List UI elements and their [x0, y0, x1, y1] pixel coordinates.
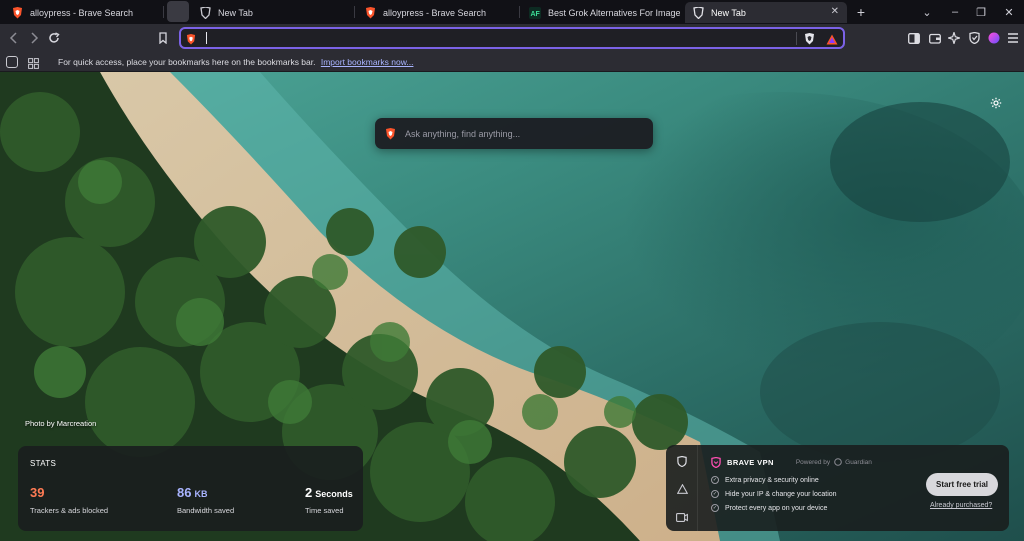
tab-new-tab-1[interactable]: New Tab [192, 2, 352, 23]
vpn-shield-icon[interactable] [676, 455, 688, 467]
tab-strip: alloypress - Brave Search New Tab alloyp… [0, 0, 1024, 24]
vpn-button[interactable] [964, 28, 984, 48]
sidebar-icon [908, 32, 920, 44]
chevron-right-icon [31, 32, 39, 44]
already-purchased-link[interactable]: Already purchased? [930, 502, 992, 509]
powered-by-label: Powered by [795, 459, 831, 466]
stat-time: 2 Seconds Time saved [305, 484, 353, 515]
time-label: Time saved [305, 506, 344, 515]
tab-new-tab-active[interactable]: New Tab ✕ [685, 2, 847, 23]
vpn-widget: BRAVE VPN Powered by Guardian ✓ Extra pri… [666, 445, 1009, 531]
bookmarks-hint-text: For quick access, place your bookmarks h… [58, 57, 316, 67]
video-call-icon[interactable] [676, 511, 688, 523]
check-icon: ✓ [711, 476, 719, 484]
stat-trackers: 39 Trackers & ads blocked [30, 484, 108, 515]
bandwidth-label: Bandwidth saved [177, 506, 235, 515]
tab-label: alloypress - Brave Search [383, 7, 487, 18]
chevron-left-icon [9, 32, 17, 44]
trackers-label: Trackers & ads blocked [30, 506, 109, 515]
profile-button[interactable] [984, 28, 1004, 48]
vpn-header: BRAVE VPN Powered by Guardian [711, 457, 872, 468]
brave-shields-icon[interactable] [804, 32, 815, 50]
sparkle-icon [948, 32, 960, 44]
tab-alloypress-2[interactable]: alloypress - Brave Search [357, 2, 517, 23]
tab-alloypress-1[interactable]: alloypress - Brave Search [4, 2, 162, 23]
vpn-logo-icon [711, 457, 721, 468]
divider [796, 32, 797, 45]
brave-lion-icon [11, 6, 23, 19]
tab-grok-alternatives[interactable]: AF Best Grok Alternatives For Image & V [522, 2, 680, 23]
photo-credit[interactable]: Photo by Marcreation [25, 419, 96, 428]
widget-sidebar [666, 445, 698, 531]
brave-rewards-icon[interactable] [826, 32, 838, 50]
checkbox-icon[interactable] [6, 56, 18, 68]
vpn-shield-icon [968, 32, 980, 44]
leo-ai-button[interactable] [944, 28, 964, 48]
wallet-button[interactable] [925, 28, 945, 48]
wallet-icon [929, 33, 941, 44]
maximize-button[interactable]: ❐ [968, 0, 994, 24]
vpn-feature: ✓ Hide your IP & change your location [711, 490, 837, 498]
browser-window: alloypress - Brave Search New Tab alloyp… [0, 0, 1024, 541]
new-tab-page: Photo by Marcreation STATS 39 Trackers &… [0, 72, 1024, 541]
tab-label: New Tab [711, 7, 746, 18]
close-icon[interactable]: ✕ [831, 7, 839, 17]
text-caret [206, 32, 207, 44]
rewards-triangle-icon[interactable] [676, 483, 688, 495]
site-favicon-icon: AF [529, 6, 541, 19]
check-icon: ✓ [711, 490, 719, 498]
tab-placeholder[interactable] [167, 1, 189, 22]
tab-label: alloypress - Brave Search [30, 7, 134, 18]
brave-lion-icon [364, 6, 376, 19]
tab-label: New Tab [218, 7, 253, 18]
brave-lion-icon [186, 32, 196, 50]
bookmarks-bar: For quick access, place your bookmarks h… [0, 53, 1024, 72]
bookmark-icon [159, 32, 167, 44]
hamburger-menu-icon [1008, 33, 1018, 43]
menu-button[interactable] [1003, 28, 1023, 48]
sidebar-button[interactable] [904, 28, 924, 48]
vpn-title: BRAVE VPN [727, 458, 774, 467]
bookmarks-bar-message: For quick access, place your bookmarks h… [58, 57, 413, 67]
stat-bandwidth: 86 KB Bandwidth saved [177, 484, 234, 515]
bandwidth-value: 86 [177, 485, 192, 500]
search-input[interactable] [405, 127, 645, 141]
import-bookmarks-link[interactable]: Import bookmarks now... [321, 57, 414, 67]
profile-avatar-icon [988, 32, 1000, 44]
stats-widget: STATS 39 Trackers & ads blocked 86 KB Ban… [18, 446, 363, 531]
tab-label: Best Grok Alternatives For Image & V [548, 7, 680, 18]
toolbar [0, 24, 1024, 53]
vpn-feature: ✓ Extra privacy & security online [711, 476, 819, 484]
guardian-logo-icon [834, 457, 842, 468]
reload-button[interactable] [44, 28, 64, 48]
trackers-count: 39 [30, 485, 45, 500]
brave-lion-icon [385, 127, 396, 145]
forward-button[interactable] [24, 28, 44, 48]
close-window-button[interactable]: ✕ [996, 0, 1022, 24]
ai-search-box[interactable] [375, 118, 653, 149]
new-tab-button[interactable]: + [848, 0, 874, 24]
start-free-trial-button[interactable]: Start free trial [926, 473, 998, 496]
stats-title: STATS [30, 459, 57, 468]
bookmark-button[interactable] [153, 28, 173, 48]
provider-name: Guardian [845, 459, 872, 466]
tab-search-dropdown-icon[interactable]: ⌄ [914, 0, 940, 24]
brave-shield-icon [199, 6, 211, 19]
back-button[interactable] [4, 28, 24, 48]
address-input[interactable] [205, 31, 765, 45]
time-unit: Seconds [315, 489, 353, 499]
check-icon: ✓ [711, 504, 719, 512]
reload-icon [49, 32, 60, 43]
minimize-button[interactable]: – [942, 0, 968, 24]
bandwidth-unit: KB [194, 489, 208, 499]
vpn-feature: ✓ Protect every app on your device [711, 504, 828, 512]
gear-icon[interactable] [990, 96, 1004, 110]
svg-text:AF: AF [531, 11, 541, 18]
address-bar[interactable] [179, 27, 845, 49]
brave-shield-icon [692, 6, 704, 19]
time-value: 2 [305, 485, 313, 500]
